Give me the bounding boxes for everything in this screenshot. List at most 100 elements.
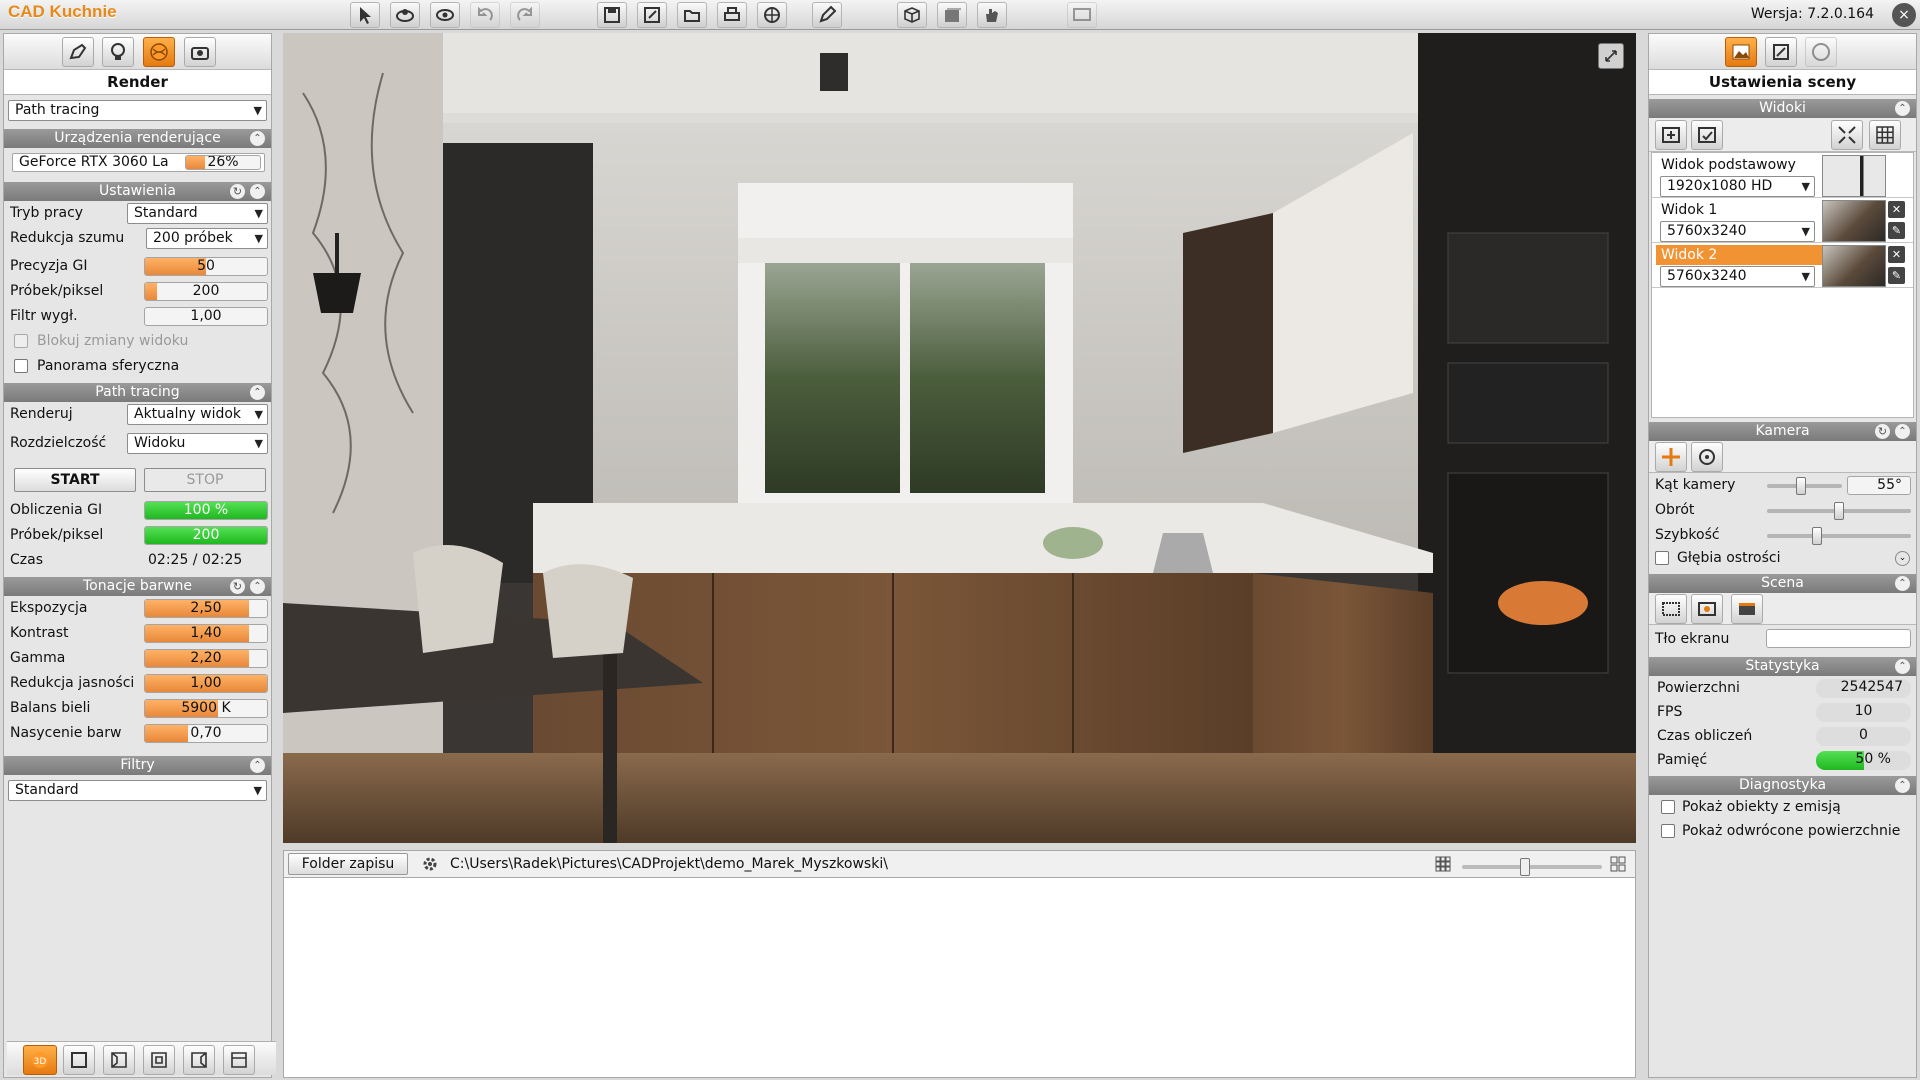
update-view-button[interactable]: [1691, 120, 1723, 150]
open-button[interactable]: [677, 2, 707, 28]
gpu-device-item[interactable]: GeForce RTX 3060 La 26%: [12, 153, 265, 172]
view-resolution-select[interactable]: 1920x1080 HD ▼: [1660, 176, 1815, 197]
view-resolution-select[interactable]: 5760x3240 ▼: [1660, 266, 1815, 287]
diag-header[interactable]: Diagnostyka ⌃: [1649, 776, 1916, 795]
dof-checkbox[interactable]: [1655, 551, 1669, 565]
render-mode-select[interactable]: Path tracing ▼: [8, 100, 267, 121]
gi-precision-slider[interactable]: 50: [144, 257, 268, 276]
collapse-icon[interactable]: ⌃: [1895, 659, 1910, 674]
thumbnail-zoom-track[interactable]: [1462, 865, 1602, 869]
view-item[interactable]: Widok 1 5760x3240 ▼ ✕ ✎: [1652, 198, 1913, 243]
view-left-button[interactable]: [103, 1045, 135, 1075]
thumbnail-zoom-knob[interactable]: [1520, 858, 1530, 876]
rotation-knob[interactable]: [1834, 502, 1844, 520]
lock-view-checkbox[interactable]: [14, 334, 28, 348]
reset-icon[interactable]: ↻: [230, 579, 245, 594]
reversed-checkbox[interactable]: [1661, 824, 1675, 838]
tab-materials[interactable]: [1765, 37, 1797, 67]
tone-slider[interactable]: 2,20: [144, 649, 268, 668]
view-button[interactable]: [430, 2, 460, 28]
devices-header[interactable]: Urządzenia renderujące ⌃: [4, 129, 271, 148]
work-mode-select[interactable]: Standard ▼: [127, 203, 268, 224]
reset-icon[interactable]: ↻: [1875, 424, 1890, 439]
pathtracing-header[interactable]: Path tracing ⌃: [4, 383, 271, 402]
tab-camera[interactable]: [184, 37, 216, 67]
save-as-button[interactable]: [637, 2, 667, 28]
add-view-button[interactable]: [1655, 120, 1687, 150]
scene-light-button[interactable]: [1691, 594, 1723, 624]
view-back-button[interactable]: [143, 1045, 175, 1075]
camera-angle-knob[interactable]: [1795, 477, 1806, 495]
expand-icon[interactable]: [1598, 43, 1624, 69]
tab-render[interactable]: [143, 37, 175, 67]
tones-header[interactable]: Tonacje barwne ↻ ⌃: [4, 577, 271, 596]
close-icon[interactable]: ×: [1892, 3, 1916, 27]
noise-select[interactable]: 200 próbek ▼: [146, 228, 268, 249]
stats-header[interactable]: Statystyka ⌃: [1649, 657, 1916, 676]
collapse-icon[interactable]: ⌃: [1895, 576, 1910, 591]
fit-view-button[interactable]: [1831, 120, 1863, 150]
undo-button[interactable]: [470, 2, 500, 28]
filter-field[interactable]: 1,00: [144, 307, 268, 326]
tone-slider[interactable]: 0,70: [144, 724, 268, 743]
draw-button[interactable]: [812, 2, 842, 28]
reset-icon[interactable]: ↻: [230, 184, 245, 199]
delete-view-icon[interactable]: ✕: [1888, 246, 1905, 263]
views-header[interactable]: Widoki ⌃: [1649, 99, 1916, 118]
scene-frame-button[interactable]: [1655, 594, 1687, 624]
tone-slider[interactable]: 5900 K: [144, 699, 268, 718]
tone-slider[interactable]: 2,50: [144, 599, 268, 618]
collapse-icon[interactable]: ⌃: [1895, 424, 1910, 439]
edit-view-icon[interactable]: ✎: [1888, 222, 1905, 239]
collapse-icon[interactable]: ⌃: [250, 579, 265, 594]
collapse-icon[interactable]: ⌃: [250, 131, 265, 146]
redo-button[interactable]: [510, 2, 540, 28]
tab-scene-settings[interactable]: [1725, 37, 1757, 67]
speed-knob[interactable]: [1812, 527, 1823, 545]
edit-view-icon[interactable]: ✎: [1888, 267, 1905, 284]
view-right-button[interactable]: [183, 1045, 215, 1075]
collapse-icon[interactable]: ⌃: [1895, 778, 1910, 793]
stop-button[interactable]: STOP: [144, 468, 266, 492]
settings-header[interactable]: Ustawienia ↻ ⌃: [4, 182, 271, 201]
panorama-checkbox[interactable]: [14, 359, 28, 373]
start-button[interactable]: START: [14, 468, 136, 492]
save-button[interactable]: [597, 2, 627, 28]
spp-slider[interactable]: 200: [144, 282, 268, 301]
view-resolution-select[interactable]: 5760x3240 ▼: [1660, 221, 1815, 242]
view-item[interactable]: Widok podstawowy 1920x1080 HD ▼: [1652, 153, 1913, 198]
view-top-button[interactable]: [223, 1045, 255, 1075]
scene-bg-button[interactable]: [1731, 594, 1763, 624]
scene-header[interactable]: Scena ⌃: [1649, 574, 1916, 593]
gear-icon[interactable]: [421, 855, 439, 877]
hand-button[interactable]: [977, 2, 1007, 28]
render-viewport[interactable]: [283, 33, 1636, 843]
camera-move-button[interactable]: [1655, 442, 1687, 472]
collapse-icon[interactable]: ⌃: [1895, 101, 1910, 116]
box-view-button[interactable]: [937, 2, 967, 28]
screen-button[interactable]: [1067, 2, 1097, 28]
3d-view-button[interactable]: [897, 2, 927, 28]
tab-edit[interactable]: [62, 37, 94, 67]
delete-view-icon[interactable]: ✕: [1888, 201, 1905, 218]
speed-track[interactable]: [1767, 534, 1911, 538]
render-target-select[interactable]: Aktualny widok ▼: [127, 404, 268, 425]
save-folder-button[interactable]: Folder zapisu: [288, 853, 408, 875]
tone-slider[interactable]: 1,40: [144, 624, 268, 643]
bg-color-field[interactable]: [1766, 629, 1911, 648]
tab-info[interactable]: [1805, 37, 1837, 67]
print-button[interactable]: [717, 2, 747, 28]
expand-down-icon[interactable]: ⌄: [1895, 551, 1910, 566]
collapse-icon[interactable]: ⌃: [250, 385, 265, 400]
emission-checkbox[interactable]: [1661, 800, 1675, 814]
orbit-button[interactable]: [390, 2, 420, 28]
camera-rotate-button[interactable]: [1691, 442, 1723, 472]
view-3d-button[interactable]: 3D: [23, 1045, 57, 1075]
select-tool-button[interactable]: [350, 2, 380, 28]
tab-lights[interactable]: [102, 37, 134, 67]
view-front-button[interactable]: [63, 1045, 95, 1075]
small-grid-icon[interactable]: [1434, 855, 1452, 877]
web-button[interactable]: [757, 2, 787, 28]
camera-angle-field[interactable]: 55°: [1847, 476, 1911, 495]
thumbnail-gallery[interactable]: [283, 878, 1636, 1078]
